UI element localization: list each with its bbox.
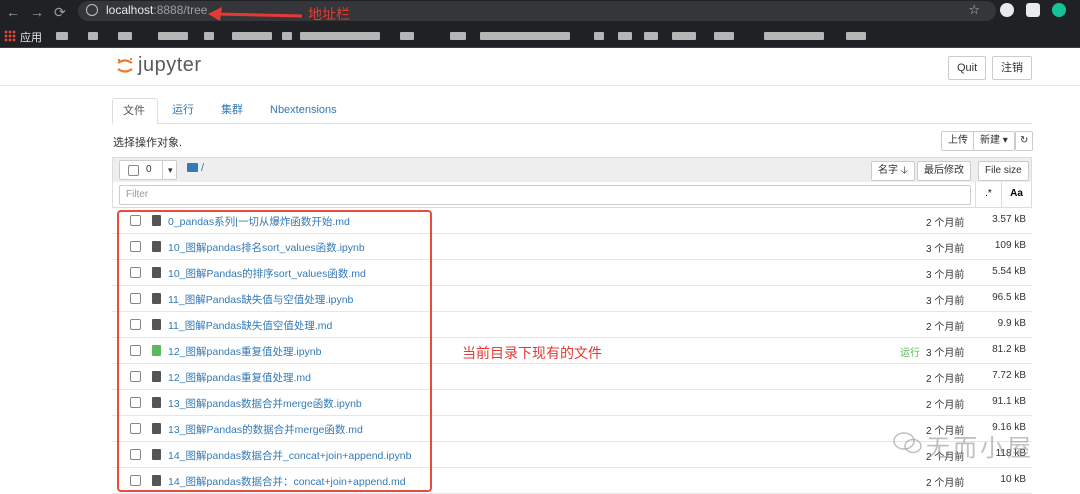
bookmark-item[interactable] [672, 32, 696, 40]
bookmark-item[interactable] [204, 32, 214, 40]
new-label: 新建 [980, 135, 1000, 146]
upload-button[interactable]: 上传 [941, 131, 975, 151]
sort-by-size-button[interactable]: File size [978, 161, 1029, 181]
current-files-annotation: 当前目录下现有的文件 [462, 345, 602, 361]
tab-clusters[interactable]: 集群 [211, 98, 253, 124]
url-text[interactable]: localhost:8888/tree [106, 3, 207, 17]
bookmark-item[interactable] [644, 32, 658, 40]
back-icon[interactable]: ← [6, 3, 20, 21]
bookmark-item[interactable] [618, 32, 632, 40]
file-size: 7.72 kB [992, 370, 1026, 381]
bookmark-item[interactable] [300, 32, 380, 40]
apps-label[interactable]: 应用 [20, 29, 42, 45]
bookmark-item[interactable] [594, 32, 604, 40]
file-size: 81.2 kB [992, 344, 1026, 355]
bookmark-item[interactable] [400, 32, 414, 40]
bookmark-item[interactable] [232, 32, 272, 40]
file-list-header: 0 ▾ / 名字 🡣 最后修改 File size [112, 157, 1032, 183]
filter-input[interactable]: Filter [119, 185, 971, 205]
star-icon[interactable]: ☆ [968, 2, 980, 18]
wechat-watermark-icon [893, 432, 922, 454]
jupyter-logo-text[interactable]: jupyter [138, 54, 202, 77]
browser-toolbar: ← → ⟳ localhost:8888/tree ☆ [0, 0, 1080, 24]
file-size: 5.54 kB [992, 266, 1026, 277]
bookmark-item[interactable] [480, 32, 570, 40]
apps-grid-icon[interactable] [4, 30, 16, 42]
bookmark-item[interactable] [158, 32, 188, 40]
annotation-arrow-icon [208, 7, 303, 21]
logout-button[interactable]: 注销 [992, 56, 1032, 80]
file-modified: 2 个月前 [926, 400, 965, 411]
select-all-checkbox[interactable] [128, 165, 139, 176]
file-modified: 2 个月前 [926, 218, 965, 229]
running-status: 运行 [900, 348, 920, 359]
reload-icon[interactable]: ⟳ [54, 3, 66, 21]
new-dropdown-button[interactable]: 新建 ▾ [973, 131, 1015, 151]
file-modified: 2 个月前 [926, 374, 965, 385]
bookmark-item[interactable] [764, 32, 824, 40]
file-modified: 3 个月前 [926, 270, 965, 281]
bookmark-item[interactable] [450, 32, 466, 40]
regex-toggle[interactable]: .* [975, 182, 1001, 208]
folder-icon[interactable] [187, 163, 198, 172]
current-path[interactable]: / [201, 162, 204, 174]
bookmark-item[interactable] [118, 32, 132, 40]
sort-name-label: 名字 [878, 165, 898, 176]
file-modified: 3 个月前 [926, 348, 965, 359]
file-modified: 3 个月前 [926, 244, 965, 255]
sort-by-name-button[interactable]: 名字 🡣 [871, 161, 915, 181]
extension-shield-icon[interactable] [1026, 3, 1040, 17]
chevron-down-icon[interactable]: ▾ [162, 161, 173, 179]
forward-icon[interactable]: → [30, 3, 44, 21]
jupyter-logo-icon[interactable] [116, 57, 134, 75]
bookmark-item[interactable] [282, 32, 292, 40]
file-size: 96.5 kB [992, 292, 1026, 303]
bookmarks-bar: 应用 [0, 24, 1080, 48]
bookmark-item[interactable] [88, 32, 98, 40]
file-size: 3.57 kB [992, 214, 1026, 225]
filter-row: Filter .* Aa [112, 182, 1032, 208]
watermark-text: 无而小屋 [926, 435, 1034, 462]
select-all-dropdown[interactable]: 0 ▾ [119, 160, 177, 180]
tab-nbextensions[interactable]: Nbextensions [260, 98, 347, 124]
selected-count: 0 [146, 164, 152, 175]
bookmark-item[interactable] [846, 32, 866, 40]
file-modified: 2 个月前 [926, 322, 965, 333]
file-size: 9.9 kB [997, 318, 1026, 329]
address-bar-annotation: 地址栏 [308, 6, 350, 22]
jupyter-header: jupyter Quit 注销 [0, 48, 1080, 86]
case-sensitive-toggle[interactable]: Aa [1001, 182, 1031, 208]
extension-icon[interactable] [1000, 3, 1014, 17]
bookmark-item[interactable] [56, 32, 68, 40]
refresh-icon[interactable]: ↻ [1015, 131, 1034, 151]
tab-files[interactable]: 文件 [112, 98, 158, 124]
quit-button[interactable]: Quit [948, 56, 987, 80]
bookmark-item[interactable] [714, 32, 734, 40]
file-size: 91.1 kB [992, 396, 1026, 407]
file-modified: 3 个月前 [926, 296, 965, 307]
select-hint: 选择操作对象. [113, 137, 183, 149]
tab-running[interactable]: 运行 [162, 98, 204, 124]
file-size: 109 kB [994, 240, 1026, 251]
grammarly-icon[interactable] [1052, 3, 1066, 17]
info-icon[interactable] [86, 4, 98, 16]
file-modified: 2 个月前 [926, 478, 965, 489]
arrow-down-icon: 🡣 [900, 165, 908, 176]
sort-by-modified-button[interactable]: 最后修改 [917, 161, 971, 181]
annotation-highlight-box [117, 210, 432, 492]
file-size: 10 kB [1000, 474, 1026, 485]
